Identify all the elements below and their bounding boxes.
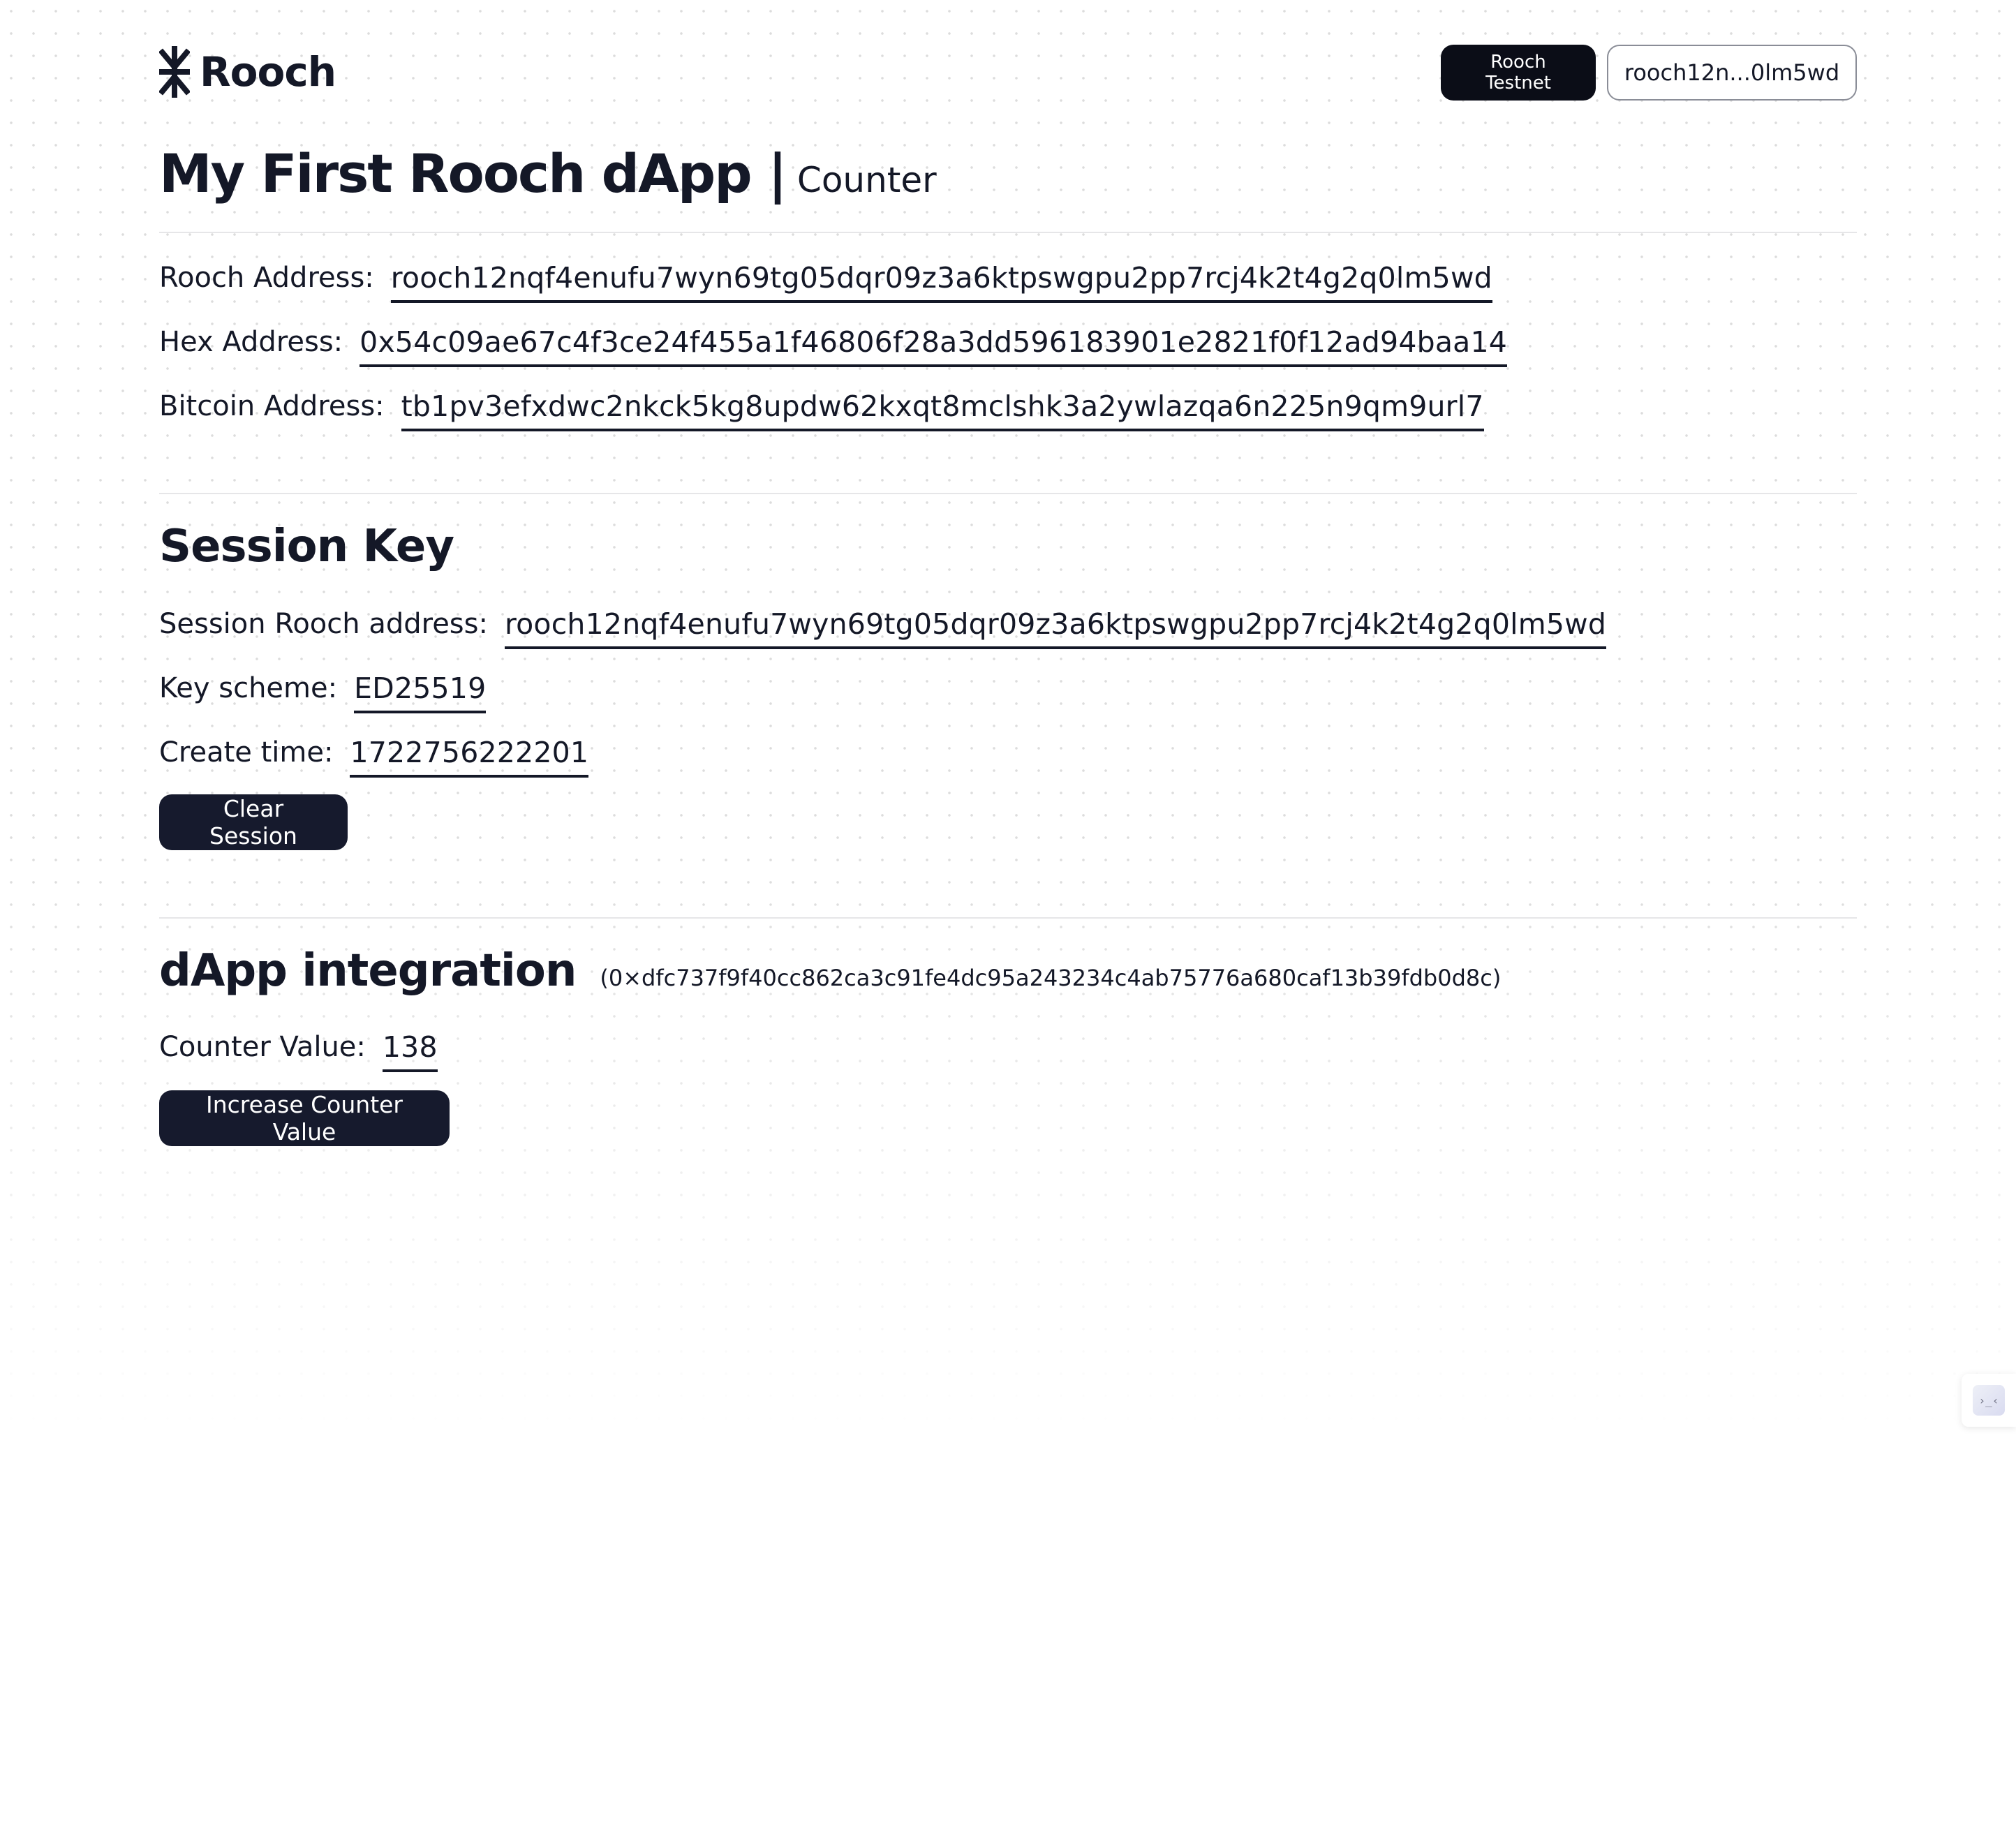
logo[interactable]: Rooch bbox=[159, 46, 336, 98]
bitcoin-address-row: Bitcoin Address: tb1pv3efxdwc2nkck5kg8up… bbox=[159, 388, 1484, 431]
dapp-integration-heading: dApp integration (0×dfc737f9f40cc862ca3c9… bbox=[159, 945, 1501, 997]
header-actions: Rooch Testnet rooch12n...0lm5wd bbox=[1441, 45, 1857, 101]
divider bbox=[159, 917, 1857, 919]
contract-address: (0×dfc737f9f40cc862ca3c91fe4dc95a243234c… bbox=[600, 965, 1502, 991]
floating-widget[interactable]: ›_‹ bbox=[1962, 1374, 2016, 1427]
create-time-label: Create time: bbox=[159, 736, 334, 769]
session-key-heading: Session Key bbox=[159, 521, 454, 572]
page-container: Rooch Rooch Testnet rooch12n...0lm5wd My… bbox=[159, 0, 1857, 1146]
wallet-button[interactable]: rooch12n...0lm5wd bbox=[1607, 45, 1857, 101]
bitcoin-address-label: Bitcoin Address: bbox=[159, 390, 385, 422]
header: Rooch Rooch Testnet rooch12n...0lm5wd bbox=[159, 0, 1857, 145]
session-address-row: Session Rooch address: rooch12nqf4enufu7… bbox=[159, 606, 1607, 649]
terminal-icon: ›_‹ bbox=[1973, 1385, 2005, 1416]
session-address-value[interactable]: rooch12nqf4enufu7wyn69tg05dqr09z3a6ktpsw… bbox=[504, 606, 1607, 649]
dot-grid-background bbox=[0, 0, 2016, 1438]
hex-address-row: Hex Address: 0x54c09ae67c4f3ce24f455a1f4… bbox=[159, 324, 1508, 367]
key-scheme-label: Key scheme: bbox=[159, 672, 338, 704]
counter-value-row: Counter Value: 138 bbox=[159, 1029, 438, 1072]
hex-address-label: Hex Address: bbox=[159, 326, 343, 358]
hex-address-value[interactable]: 0x54c09ae67c4f3ce24f455a1f46806f28a3dd59… bbox=[360, 324, 1508, 367]
increase-counter-button[interactable]: Increase Counter Value bbox=[159, 1090, 450, 1146]
create-time-value[interactable]: 1722756222201 bbox=[350, 734, 589, 778]
counter-value-label: Counter Value: bbox=[159, 1031, 366, 1063]
network-button[interactable]: Rooch Testnet bbox=[1441, 45, 1596, 101]
clear-session-button[interactable]: Clear Session bbox=[159, 794, 348, 850]
rooch-address-row: Rooch Address: rooch12nqf4enufu7wyn69tg0… bbox=[159, 260, 1492, 303]
bitcoin-address-value[interactable]: tb1pv3efxdwc2nkck5kg8updw62kxqt8mclshk3a… bbox=[401, 388, 1484, 431]
page-title: My First Rooch dApp | Counter bbox=[159, 142, 937, 205]
page-title-sub: Counter bbox=[796, 160, 937, 200]
logo-text: Rooch bbox=[200, 48, 336, 96]
counter-value[interactable]: 138 bbox=[382, 1029, 438, 1072]
rooch-address-value[interactable]: rooch12nqf4enufu7wyn69tg05dqr09z3a6ktpsw… bbox=[390, 260, 1492, 303]
dapp-integration-title: dApp integration bbox=[159, 945, 577, 997]
page-title-main: My First Rooch dApp | bbox=[159, 142, 787, 205]
rooch-address-label: Rooch Address: bbox=[159, 262, 374, 294]
session-address-label: Session Rooch address: bbox=[159, 608, 488, 640]
key-scheme-value[interactable]: ED25519 bbox=[354, 670, 487, 713]
divider bbox=[159, 493, 1857, 494]
rooch-logo-icon bbox=[159, 46, 190, 98]
key-scheme-row: Key scheme: ED25519 bbox=[159, 670, 487, 713]
divider bbox=[159, 232, 1857, 233]
create-time-row: Create time: 1722756222201 bbox=[159, 734, 589, 778]
